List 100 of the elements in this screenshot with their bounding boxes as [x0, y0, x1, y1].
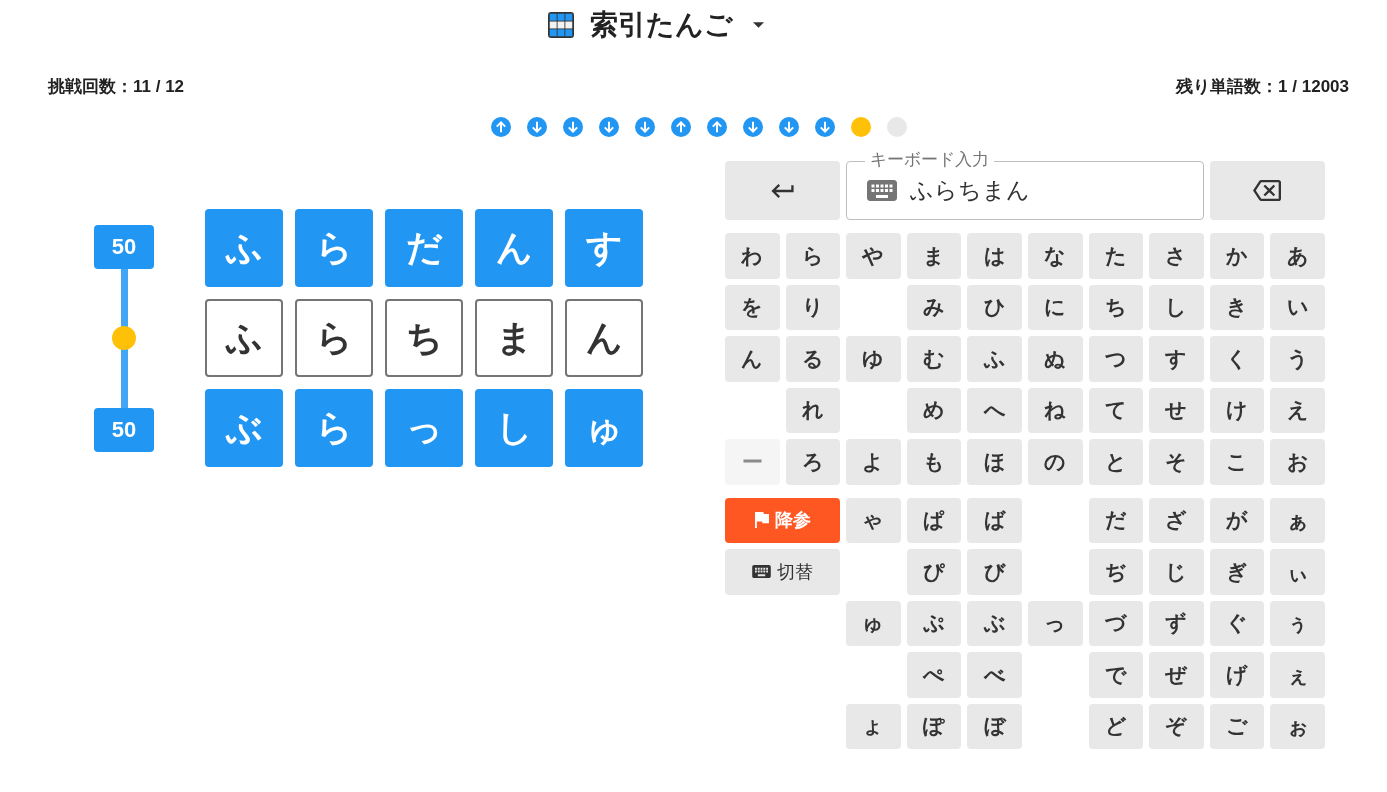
kana-key[interactable]: さ [1149, 233, 1204, 279]
kana-key[interactable]: ぉ [1270, 703, 1325, 749]
kana-key[interactable]: ち [1088, 284, 1144, 330]
kana-key[interactable]: ん [725, 336, 780, 382]
kana-key[interactable]: を [725, 284, 780, 330]
kana-key[interactable]: ぽ [906, 703, 962, 749]
upper-value-label: 50 [94, 224, 154, 269]
kana-key[interactable]: め [906, 387, 962, 433]
kana-key[interactable]: の [1028, 439, 1083, 485]
kana-key[interactable]: ぶ [967, 600, 1022, 646]
kana-key[interactable]: ぴ [906, 549, 962, 595]
kana-key[interactable]: あ [1270, 233, 1325, 279]
attempts-counter: 挑戦回数：11 / 12 [48, 75, 185, 98]
kana-key[interactable]: ょ [846, 703, 901, 749]
kana-key[interactable]: な [1028, 233, 1083, 279]
kana-key[interactable]: ぇ [1270, 652, 1325, 698]
kana-key[interactable]: ぜ [1149, 652, 1204, 698]
kana-key[interactable]: よ [846, 439, 901, 485]
kana-key[interactable]: ず [1149, 600, 1204, 646]
kana-key[interactable]: て [1088, 387, 1144, 433]
kana-key[interactable]: は [967, 233, 1022, 279]
kana-key[interactable]: ど [1088, 703, 1144, 749]
kana-key[interactable]: わ [725, 233, 780, 279]
kana-key[interactable]: ぺ [906, 652, 962, 698]
caret-icon [752, 22, 764, 28]
status-dot-icon [851, 117, 871, 137]
arrow-down-circle-icon [563, 117, 583, 137]
kana-key[interactable]: も [906, 439, 962, 485]
kana-key[interactable]: ご [1209, 703, 1265, 749]
return-arrow-icon [771, 183, 795, 198]
kana-key[interactable]: ろ [785, 439, 841, 485]
kana-key[interactable]: ぅ [1270, 600, 1325, 646]
kana-key[interactable]: う [1270, 336, 1325, 382]
kana-key[interactable]: ゅ [846, 600, 901, 646]
kana-key[interactable]: ぢ [1088, 549, 1144, 595]
letter-tile: ら [295, 299, 373, 377]
kana-key[interactable]: お [1270, 439, 1325, 485]
kana-key[interactable]: れ [785, 387, 841, 433]
kana-key[interactable]: へ [967, 387, 1022, 433]
backspace-button[interactable] [1209, 161, 1325, 220]
kana-key[interactable]: ぷ [906, 600, 962, 646]
kana-key[interactable]: ぁ [1270, 497, 1325, 543]
kana-key[interactable]: ば [967, 497, 1022, 543]
kana-key[interactable]: ぎ [1209, 549, 1265, 595]
arrow-up-circle-icon [491, 117, 511, 137]
kana-key[interactable]: ひ [967, 284, 1022, 330]
kana-key[interactable]: ま [906, 233, 962, 279]
kana-key[interactable]: く [1209, 336, 1265, 382]
kana-key[interactable]: む [906, 336, 962, 382]
kana-key[interactable]: っ [1028, 600, 1083, 646]
kana-key[interactable]: み [906, 284, 962, 330]
title-menu-button[interactable]: 索引たんご [547, 6, 764, 44]
kana-key[interactable]: ぐ [1209, 600, 1265, 646]
switch-keyboard-button[interactable]: 切替 [725, 549, 841, 595]
arrow-down-circle-icon [815, 117, 835, 137]
kana-key[interactable]: と [1088, 439, 1144, 485]
letter-tile: ま [475, 299, 553, 377]
kana-key[interactable]: じ [1149, 549, 1204, 595]
kana-key[interactable]: で [1088, 652, 1144, 698]
flag-icon [754, 512, 769, 529]
kana-key[interactable]: ほ [967, 439, 1022, 485]
kana-key[interactable]: げ [1209, 652, 1265, 698]
kana-key[interactable]: ぬ [1028, 336, 1083, 382]
kana-key[interactable]: ら [785, 233, 841, 279]
kana-key[interactable]: い [1270, 284, 1325, 330]
kana-key[interactable]: づ [1088, 600, 1144, 646]
kana-key[interactable]: り [785, 284, 841, 330]
kana-key[interactable]: か [1209, 233, 1265, 279]
kana-key[interactable]: べ [967, 652, 1022, 698]
kana-key[interactable]: だ [1088, 497, 1144, 543]
kana-key[interactable]: が [1209, 497, 1265, 543]
kana-key[interactable]: ゃ [846, 497, 901, 543]
kana-key[interactable]: や [846, 233, 901, 279]
kana-key[interactable]: び [967, 549, 1022, 595]
kana-key[interactable]: し [1149, 284, 1204, 330]
kana-key[interactable]: ぱ [906, 497, 962, 543]
kana-key[interactable]: ぞ [1149, 703, 1204, 749]
kana-key[interactable]: に [1028, 284, 1083, 330]
kana-key[interactable]: こ [1209, 439, 1265, 485]
arrow-down-circle-icon [743, 117, 763, 137]
kana-key[interactable]: ね [1028, 387, 1083, 433]
arrow-down-circle-icon [635, 117, 655, 137]
kana-key[interactable]: ぼ [967, 703, 1022, 749]
kana-key[interactable]: る [785, 336, 841, 382]
kana-key[interactable]: す [1149, 336, 1204, 382]
field-label: キーボード入力 [865, 150, 995, 170]
kana-key[interactable]: ざ [1149, 497, 1204, 543]
kana-key[interactable]: き [1209, 284, 1265, 330]
letter-tile: す [565, 209, 643, 287]
kana-key[interactable]: え [1270, 387, 1325, 433]
kana-key[interactable]: ぃ [1270, 549, 1325, 595]
kana-key[interactable]: た [1088, 233, 1144, 279]
kana-key[interactable]: ふ [967, 336, 1022, 382]
kana-key[interactable]: ゆ [846, 336, 901, 382]
kana-key[interactable]: せ [1149, 387, 1204, 433]
letter-tile: ち [385, 299, 463, 377]
arrow-down-circle-icon [599, 117, 619, 137]
kana-key[interactable]: つ [1088, 336, 1144, 382]
kana-key[interactable]: け [1209, 387, 1265, 433]
kana-key[interactable]: そ [1149, 439, 1204, 485]
